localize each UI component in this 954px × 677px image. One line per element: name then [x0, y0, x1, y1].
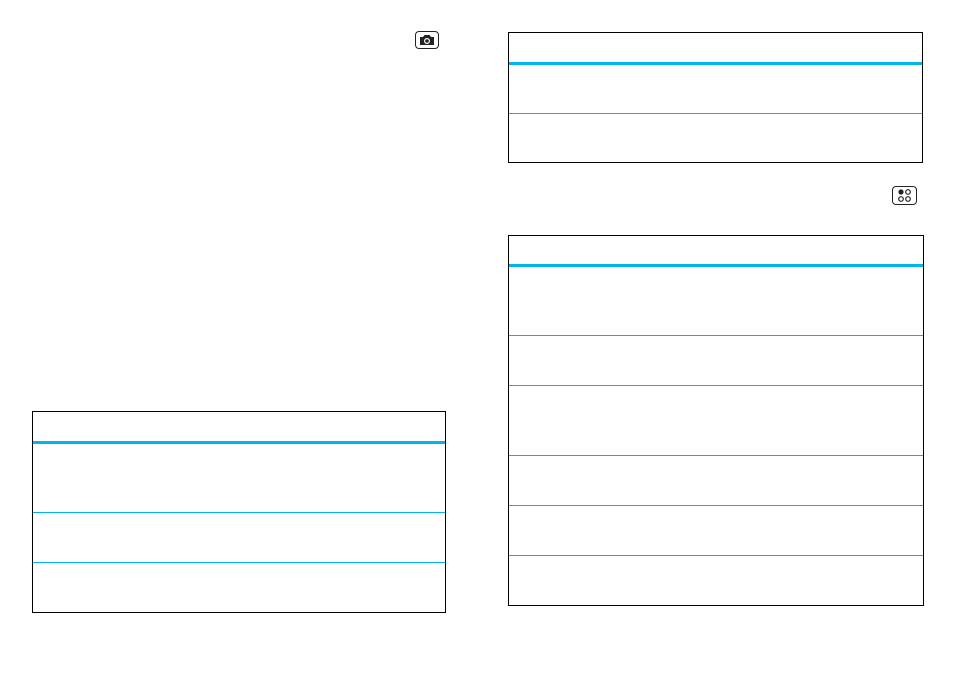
table-cell [509, 506, 923, 514]
table-row [509, 456, 923, 506]
table-cell [509, 65, 922, 73]
table-row [33, 513, 445, 563]
table-row [509, 336, 923, 386]
table-row [509, 114, 922, 162]
table-cell [509, 456, 923, 464]
right-top-table [508, 32, 923, 163]
table-header [509, 33, 922, 65]
table-cell [33, 563, 445, 571]
table-row [509, 267, 923, 336]
table-row [33, 444, 445, 513]
right-bottom-table [508, 235, 924, 606]
table-row [509, 556, 923, 605]
table-cell [33, 444, 445, 452]
table-cell [509, 556, 923, 564]
table-cell [509, 267, 923, 275]
table-header-text [509, 236, 923, 244]
table-header [33, 412, 445, 444]
table-row [33, 563, 445, 612]
camera-icon [415, 31, 439, 49]
table-header-text [33, 412, 445, 420]
table-row [509, 65, 922, 114]
left-table [32, 411, 446, 613]
table-cell [509, 114, 922, 122]
table-header [509, 236, 923, 267]
table-row [509, 506, 923, 556]
table-cell [509, 386, 923, 394]
menu-grid-icon-glyph [898, 189, 911, 202]
table-row [509, 386, 923, 456]
camera-icon-glyph [420, 35, 434, 45]
table-header-text [509, 33, 922, 41]
table-cell [509, 336, 923, 344]
menu-grid-icon [892, 186, 917, 205]
table-cell [33, 513, 445, 521]
